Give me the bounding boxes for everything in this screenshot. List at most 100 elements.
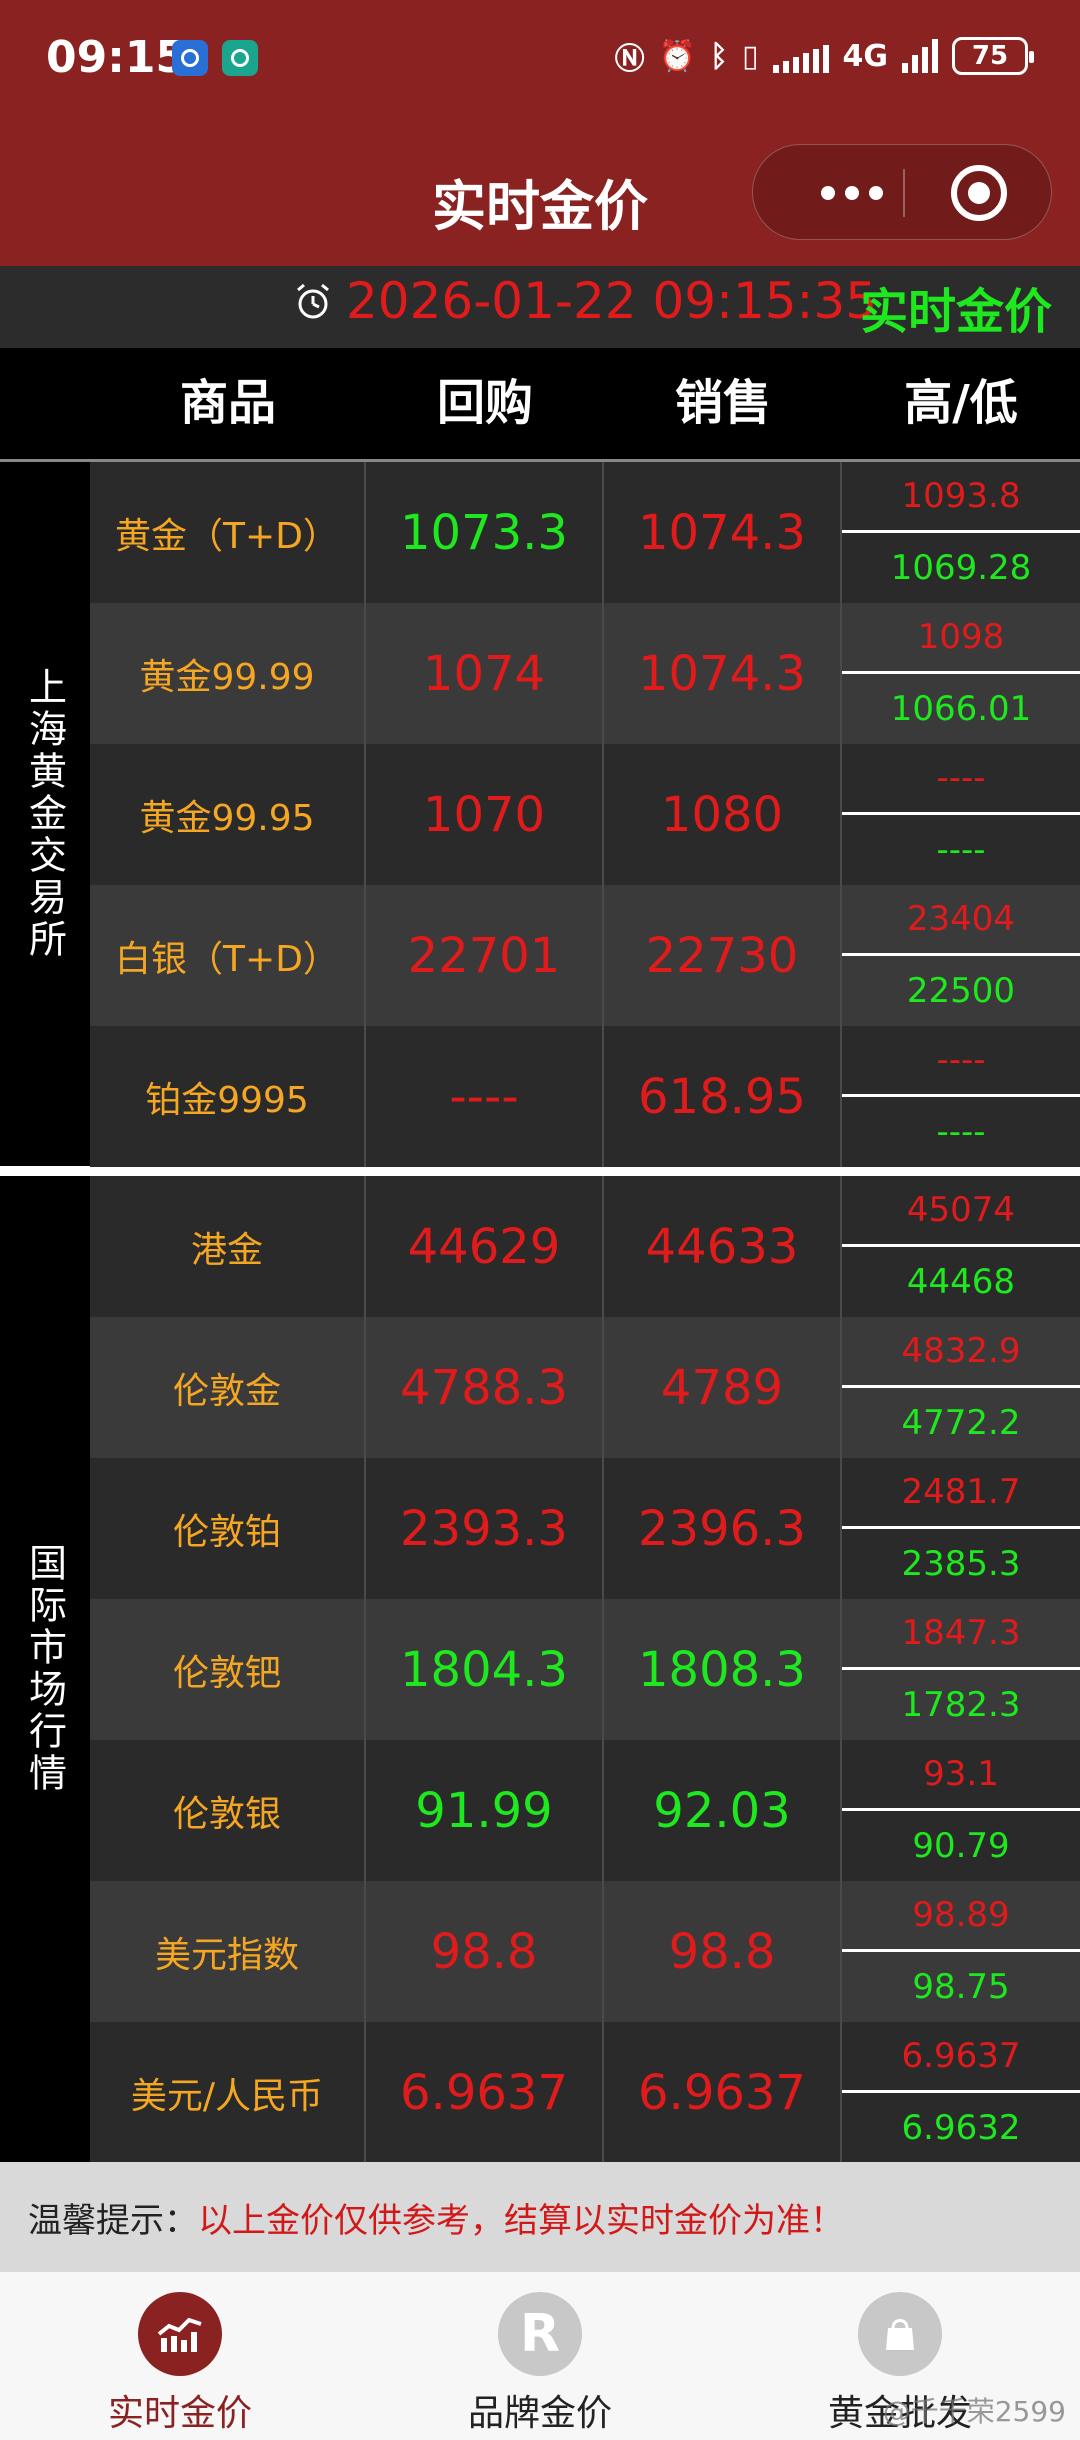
product-name: 黄金（T+D） [90,462,366,603]
bluetooth-icon: ᛒ [709,38,728,74]
notification-app-icon [222,40,258,76]
column-header-sell: 销售 [674,375,771,431]
more-dots-icon [821,186,835,200]
battery-icon: 75 [952,37,1034,75]
buy-price: 1804.3 [366,1599,604,1740]
low-price: 1066.01 [890,688,1032,729]
table-row[interactable]: 黄金99.99 1074 1074.3 1098 1066.01 [90,603,1080,744]
low-price: 22500 [906,970,1016,1011]
high-price: 6.9637 [842,2023,1080,2093]
chart-icon [138,2292,222,2376]
low-price: 4772.2 [901,1402,1021,1443]
more-menu-button[interactable] [797,173,907,213]
watermark: @千千荣2599 [882,2395,1066,2428]
high-low-cell: 93.1 90.79 [842,1740,1080,1881]
high-price: 23404 [842,886,1080,956]
table-row[interactable]: 铂金9995 ---- 618.95 ---- ---- [90,1026,1080,1167]
nav-tab-label: 品牌金价 [467,2393,612,2434]
sell-price: 1074.3 [604,462,842,603]
high-low-cell: 1847.3 1782.3 [842,1599,1080,1740]
nav-tab-label: 实时金价 [107,2393,252,2434]
product-name: 美元/人民币 [90,2022,366,2163]
alarm-clock-icon [297,283,329,319]
sell-price: 1808.3 [604,1599,842,1740]
sell-price: 1074.3 [604,603,842,744]
high-price: ---- [842,745,1080,815]
network-type-label: 4G [842,38,889,74]
table-row[interactable]: 黄金（T+D） 1073.3 1074.3 1093.8 1069.28 [90,462,1080,603]
high-low-cell: 2481.7 2385.3 [842,1458,1080,1599]
notification-app-icon [172,40,208,76]
sell-price: 618.95 [604,1026,842,1167]
cell-signal-icon [902,39,938,73]
product-name: 黄金99.95 [90,744,366,885]
high-price: 1847.3 [842,1600,1080,1670]
product-name: 铂金9995 [90,1026,366,1167]
buy-price: 1074 [366,603,604,744]
product-name: 伦敦银 [90,1740,366,1881]
nav-tab-realtime[interactable]: 实时金价 [0,2272,360,2440]
low-price: 90.79 [912,1825,1010,1866]
high-price: ---- [842,1027,1080,1097]
high-low-cell: 45074 44468 [842,1176,1080,1317]
table-row[interactable]: 美元指数 98.8 98.8 98.89 98.75 [90,1881,1080,2022]
sell-price: 44633 [604,1176,842,1317]
column-header-product: 商品 [179,375,276,431]
buy-price: 1070 [366,744,604,885]
realtime-label: 实时金价 [859,284,1052,340]
sell-price: 92.03 [604,1740,842,1881]
buy-price: ---- [366,1026,604,1167]
buy-price: 22701 [366,885,604,1026]
buy-price: 91.99 [366,1740,604,1881]
sell-price: 22730 [604,885,842,1026]
buy-price: 1073.3 [366,462,604,603]
sell-price: 6.9637 [604,2022,842,2163]
high-price: 1093.8 [842,463,1080,533]
table-row[interactable]: 港金 44629 44633 45074 44468 [90,1176,1080,1317]
low-price: 98.75 [912,1966,1010,2007]
table-row[interactable]: 伦敦金 4788.3 4789 4832.9 4772.2 [90,1317,1080,1458]
table-row[interactable]: 伦敦银 91.99 92.03 93.1 90.79 [90,1740,1080,1881]
table-row[interactable]: 伦敦铂 2393.3 2396.3 2481.7 2385.3 [90,1458,1080,1599]
sell-price: 4789 [604,1317,842,1458]
product-name: 伦敦铂 [90,1458,366,1599]
miniapp-capsule [752,144,1052,240]
group-label-international: 国际市场行情 [0,1176,90,2162]
table-row[interactable]: 黄金99.95 1070 1080 ---- ---- [90,744,1080,885]
disclaimer-notice: 温馨提示： 以上金价仅供参考，结算以实时金价为准！ [0,2162,1080,2272]
notice-label: 温馨提示： [28,2200,198,2241]
high-low-cell: ---- ---- [842,744,1080,885]
status-time: 09:15 [46,32,187,83]
table-row[interactable]: 伦敦钯 1804.3 1808.3 1847.3 1782.3 [90,1599,1080,1740]
table-row[interactable]: 美元/人民币 6.9637 6.9637 6.9637 6.9632 [90,2022,1080,2163]
high-low-cell: 1098 1066.01 [842,603,1080,744]
sell-price: 98.8 [604,1881,842,2022]
high-price: 93.1 [842,1741,1080,1811]
buy-price: 44629 [366,1176,604,1317]
high-price: 1098 [842,604,1080,674]
buy-price: 2393.3 [366,1458,604,1599]
buy-price: 6.9637 [366,2022,604,2163]
battery-level: 75 [971,41,1009,71]
high-low-cell: 98.89 98.75 [842,1881,1080,2022]
high-price: 45074 [842,1177,1080,1247]
product-name: 港金 [90,1176,366,1317]
bag-icon [858,2292,942,2376]
registered-icon: R [498,2292,582,2376]
high-price: 98.89 [842,1882,1080,1952]
product-name: 黄金99.99 [90,603,366,744]
close-miniapp-button[interactable] [951,165,1007,221]
high-price: 2481.7 [842,1459,1080,1529]
table-row[interactable]: 白银（T+D） 22701 22730 23404 22500 [90,885,1080,1026]
sell-price: 2396.3 [604,1458,842,1599]
high-low-cell: 1093.8 1069.28 [842,462,1080,603]
low-price: 1069.28 [890,547,1032,588]
high-low-cell: 4832.9 4772.2 [842,1317,1080,1458]
nav-tab-brand-price[interactable]: R 品牌金价 [360,2272,720,2440]
wifi-signal-icon [772,39,829,73]
high-low-cell: 23404 22500 [842,885,1080,1026]
alarm-status-icon: ⏰ [658,38,696,74]
product-name: 白银（T+D） [90,885,366,1026]
high-low-cell: 6.9637 6.9632 [842,2022,1080,2163]
product-name: 美元指数 [90,1881,366,2022]
